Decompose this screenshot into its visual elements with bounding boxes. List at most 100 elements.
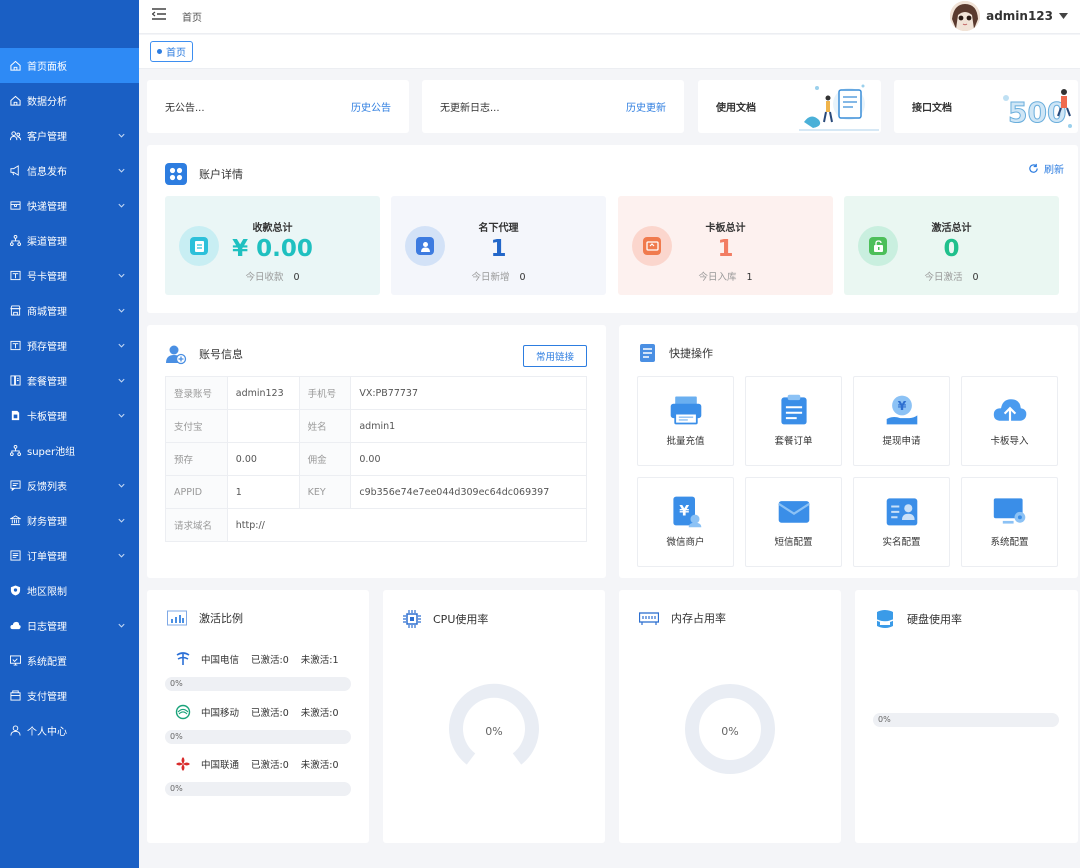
carrier-row: 中国电信 已激活:0 未激活:1 xyxy=(175,651,339,667)
chevron-down-icon xyxy=(118,518,125,523)
sidebar-item-9[interactable]: 套餐管理 xyxy=(0,363,139,398)
tab-bar: 首页 xyxy=(139,35,1080,69)
sidebar-item-3[interactable]: 信息发布 xyxy=(0,153,139,188)
usage-doc-card[interactable]: 使用文档 xyxy=(698,80,881,133)
sidebar-item-label: 反馈列表 xyxy=(27,482,67,493)
carrier-activated: 已激活:0 xyxy=(251,760,289,771)
quick-action-6[interactable]: 实名配置 xyxy=(853,477,950,567)
caret-down-icon[interactable] xyxy=(1059,13,1068,19)
sidebar-item-10[interactable]: 卡板管理 xyxy=(0,398,139,433)
username[interactable]: admin123 xyxy=(986,9,1053,23)
stat-sub-label: 今日入库 xyxy=(698,272,737,283)
sidebar-item-12[interactable]: 反馈列表 xyxy=(0,468,139,503)
sidebar-item-4[interactable]: 快递管理 xyxy=(0,188,139,223)
carrier-name: 中国联通 xyxy=(201,760,240,771)
info-key: APPID xyxy=(165,475,228,509)
sidebar-item-18[interactable]: 支付管理 xyxy=(0,678,139,713)
activation-ratio-title: 激活比例 xyxy=(199,612,243,625)
user-menu[interactable]: admin123 xyxy=(950,0,1068,32)
info-value: 0.00 xyxy=(226,442,300,476)
carrier-name: 中国移动 xyxy=(201,708,240,719)
bar-chart-icon xyxy=(167,610,187,626)
users-icon xyxy=(10,131,21,141)
info-value: admin1 xyxy=(350,409,587,443)
info-value: 1 xyxy=(226,475,300,509)
quick-action-2[interactable]: ¥ 提现申请 xyxy=(853,376,950,466)
chevron-down-icon xyxy=(118,623,125,628)
api-doc-card[interactable]: 接口文档 500 xyxy=(894,80,1078,133)
stat-card-2: 卡板总计 1 今日入库 1 xyxy=(618,196,833,295)
quick-action-0[interactable]: 批量充值 xyxy=(637,376,734,466)
quick-action-7[interactable]: 系统配置 xyxy=(961,477,1058,567)
cpu-usage-card: CPU使用率 0% xyxy=(383,590,605,843)
stat-value: 1 xyxy=(717,236,734,262)
card-icon xyxy=(10,340,21,351)
carrier-percent: 0% xyxy=(170,732,183,741)
home-icon xyxy=(10,95,21,106)
sidebar-item-7[interactable]: 商城管理 xyxy=(0,293,139,328)
sidebar-item-16[interactable]: 日志管理 xyxy=(0,608,139,643)
quick-action-4[interactable]: ¥ 微信商户 xyxy=(637,477,734,567)
account-detail-title: 账户详情 xyxy=(199,168,243,181)
quick-action-1[interactable]: 套餐订单 xyxy=(745,376,842,466)
chevron-down-icon xyxy=(118,273,125,278)
sidebar-item-19[interactable]: 个人中心 xyxy=(0,713,139,748)
stat-sub: 今日收款 0 xyxy=(165,269,380,283)
memory-stick-icon xyxy=(639,612,659,625)
sidebar-item-label: 信息发布 xyxy=(27,167,67,178)
info-key: KEY xyxy=(298,475,352,509)
chevron-down-icon xyxy=(118,203,125,208)
cpu-gauge: 0% xyxy=(448,683,540,775)
sidebar-item-1[interactable]: 数据分析 xyxy=(0,83,139,118)
info-key: 登录账号 xyxy=(165,376,228,410)
carrier-row: 中国联通 已激活:0 未激活:0 xyxy=(175,756,339,772)
sidebar-menu: 首页面板 数据分析 客户管理信息发布快递管理渠道管理 号卡管理 商城管理 预存管理 套餐管理… xyxy=(0,48,139,748)
memory-value: 0% xyxy=(721,725,739,738)
avatar[interactable] xyxy=(950,1,981,31)
sidebar-item-14[interactable]: 订单管理 xyxy=(0,538,139,573)
svg-text:500: 500 xyxy=(1008,96,1066,129)
history-announcement-link[interactable]: 历史公告 xyxy=(351,99,391,114)
chevron-down-icon xyxy=(118,308,125,313)
yen-doc-icon: ¥ xyxy=(672,496,701,528)
carrier-inactive: 未激活:0 xyxy=(300,708,339,719)
history-update-link[interactable]: 历史更新 xyxy=(626,99,666,114)
disk-usage-title: 硬盘使用率 xyxy=(907,613,962,626)
sidebar-item-11[interactable]: super池组 xyxy=(0,433,139,468)
usage-doc-illustration xyxy=(799,84,879,131)
quick-action-3[interactable]: 卡板导入 xyxy=(961,376,1058,466)
carrier-progress-bar: 0% xyxy=(165,677,351,691)
carrier-percent: 0% xyxy=(170,679,183,688)
carrier-inactive: 未激活:1 xyxy=(300,655,339,666)
sidebar-item-label: 订单管理 xyxy=(27,552,67,563)
box-icon xyxy=(10,201,21,210)
stat-sub-value: 1 xyxy=(746,272,753,283)
memory-usage-card: 内存占用率 0% xyxy=(619,590,841,843)
store-icon xyxy=(10,305,21,316)
chevron-down-icon xyxy=(118,343,125,348)
quick-action-5[interactable]: 短信配置 xyxy=(745,477,842,567)
bank-icon xyxy=(10,515,21,526)
quick-action-label: 微信商户 xyxy=(666,537,705,548)
sidebar-item-15[interactable]: 地区限制 xyxy=(0,573,139,608)
sidebar-item-5[interactable]: 渠道管理 xyxy=(0,223,139,258)
menu-toggle-icon[interactable] xyxy=(152,8,166,20)
info-row: 登录账号 admin123 手机号 VX:PB77737 xyxy=(165,376,587,410)
tab-home[interactable]: 首页 xyxy=(150,41,193,62)
sidebar-item-label: 快递管理 xyxy=(27,202,67,213)
sidebar-item-2[interactable]: 客户管理 xyxy=(0,118,139,153)
carrier-row: 中国移动 已激活:0 未激活:0 xyxy=(175,704,339,720)
breadcrumb[interactable]: 首页 xyxy=(182,9,202,24)
sidebar-item-6[interactable]: 号卡管理 xyxy=(0,258,139,293)
sidebar-item-label: 财务管理 xyxy=(27,517,67,528)
account-detail-card: 账户详情 刷新 收款总计 ¥ 0.00 今日收款 0 名下代理 1 今日新增 0 卡板总计 1 今日… xyxy=(147,145,1078,313)
sidebar-item-0[interactable]: 首页面板 xyxy=(0,48,139,83)
top-bar: 首页 admin123 xyxy=(139,0,1080,34)
common-links-button[interactable]: 常用链接 xyxy=(523,345,587,367)
sidebar-item-8[interactable]: 预存管理 xyxy=(0,328,139,363)
refresh-button[interactable]: 刷新 xyxy=(1028,161,1064,176)
sidebar-item-13[interactable]: 财务管理 xyxy=(0,503,139,538)
sidebar-item-17[interactable]: 系统配置 xyxy=(0,643,139,678)
yen-hand-icon: ¥ xyxy=(886,395,917,425)
chevron-down-icon xyxy=(118,133,125,138)
